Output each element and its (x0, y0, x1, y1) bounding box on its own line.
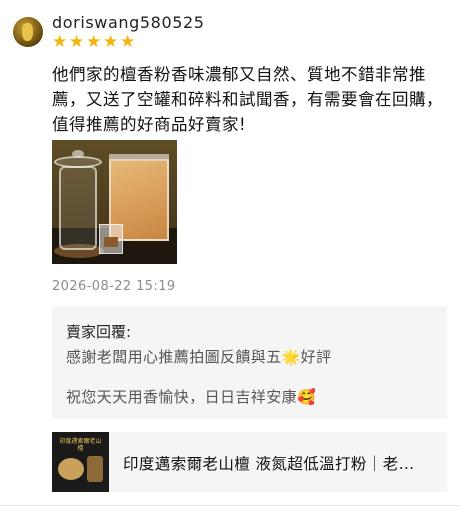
photo-jar-knob (72, 150, 84, 158)
user-avatar[interactable] (13, 17, 43, 47)
product-thumb-bowl (58, 458, 84, 480)
photo-glass-jar (59, 166, 97, 250)
product-thumb-label: 印度邁索爾老山檀 (59, 438, 102, 452)
product-name[interactable]: 印度邁索爾老山檀 液氮超低溫打粉｜老… (123, 452, 438, 474)
star-icon: ★ (52, 32, 68, 52)
seller-reply-line: 感謝老闆用心推薦拍圖反饋與五🌟好評 (66, 348, 332, 366)
review-timestamp: 2026-08-22 15:19 (52, 279, 176, 294)
rating-stars: ★ ★ ★ ★ ★ (52, 32, 136, 52)
star-icon: ★ (86, 32, 102, 52)
star-icon: ★ (103, 32, 119, 52)
seller-reply-title: 賣家回覆: (66, 323, 132, 341)
seller-reply: 賣家回覆: 感謝老闆用心推薦拍圖反饋與五🌟好評 祝您天天用香愉快，日日吉祥安康🥰 (52, 306, 447, 419)
photo-sample-bag (99, 224, 123, 254)
star-icon: ★ (69, 32, 85, 52)
review-photo[interactable] (52, 140, 177, 264)
review-text: 他們家的檀香粉香味濃郁又自然、質地不錯非常推薦，又送了空罐和碎料和試聞香，有需要… (52, 65, 443, 134)
product-card[interactable]: 印度邁索爾老山檀 印度邁索爾老山檀 液氮超低溫打粉｜老… (52, 432, 447, 492)
divider (0, 505, 460, 506)
star-icon: ★ (120, 32, 136, 52)
product-thumb-jar (87, 456, 103, 482)
seller-reply-line: 祝您天天用香愉快，日日吉祥安康🥰 (66, 388, 317, 406)
review-item: doriswang580525 ★ ★ ★ ★ ★ 他們家的檀香粉香味濃郁又自然… (0, 0, 460, 507)
review-username[interactable]: doriswang580525 (52, 13, 205, 32)
product-thumbnail[interactable]: 印度邁索爾老山檀 (52, 432, 109, 492)
